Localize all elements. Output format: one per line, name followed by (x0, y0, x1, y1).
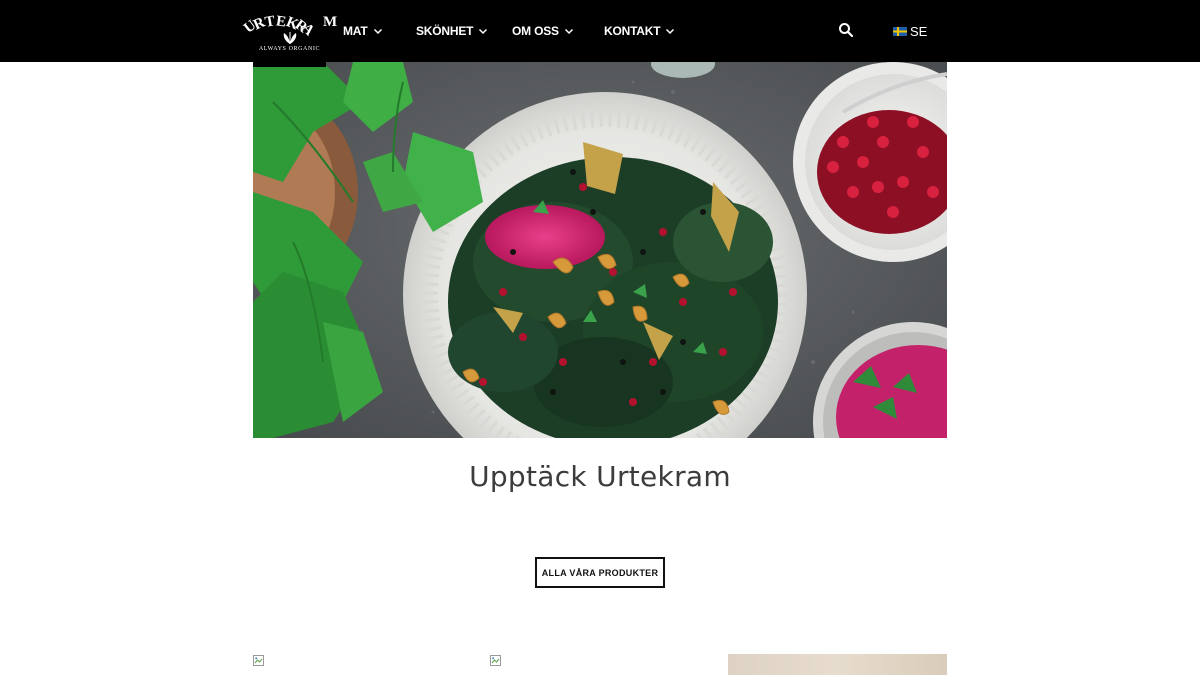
all-products-button[interactable]: ALLA VÅRA PRODUKTER (535, 557, 665, 588)
hero-image (253, 62, 947, 438)
broken-image-icon[interactable] (253, 655, 264, 666)
product-tile-image[interactable] (728, 654, 947, 675)
broken-image-icon[interactable] (490, 655, 501, 666)
nav-item-kontakt[interactable]: KONTAKT (604, 0, 675, 62)
nav-item-mat[interactable]: MAT (343, 0, 383, 62)
nav-item-skonhet[interactable]: SKÖNHET (416, 0, 488, 62)
chevron-down-icon (373, 28, 382, 35)
chevron-down-icon (479, 28, 488, 35)
nav-item-label: MAT (343, 24, 368, 38)
chevron-down-icon (666, 28, 675, 35)
language-code: SE (910, 23, 928, 39)
logo-wordmark: URTEKRAM (240, 13, 339, 40)
top-navbar: URTEKRAM ALWAYS ORGANIC MAT SKÖNHET OM O… (0, 0, 1200, 67)
page-title: Upptäck Urtekram (469, 460, 731, 493)
logo-tagline: ALWAYS ORGANIC (258, 46, 321, 52)
nav-item-label: OM OSS (512, 24, 559, 38)
salad-photo (253, 62, 947, 438)
search-icon[interactable] (838, 22, 854, 38)
urtekram-logo[interactable]: URTEKRAM ALWAYS ORGANIC (241, 0, 337, 67)
nav-item-om-oss[interactable]: OM OSS (512, 0, 574, 62)
sweden-flag-icon (893, 26, 907, 36)
language-selector[interactable]: SE (893, 0, 927, 62)
chevron-down-icon (564, 28, 573, 35)
nav-item-label: SKÖNHET (416, 24, 474, 38)
nav-item-label: KONTAKT (604, 24, 661, 38)
